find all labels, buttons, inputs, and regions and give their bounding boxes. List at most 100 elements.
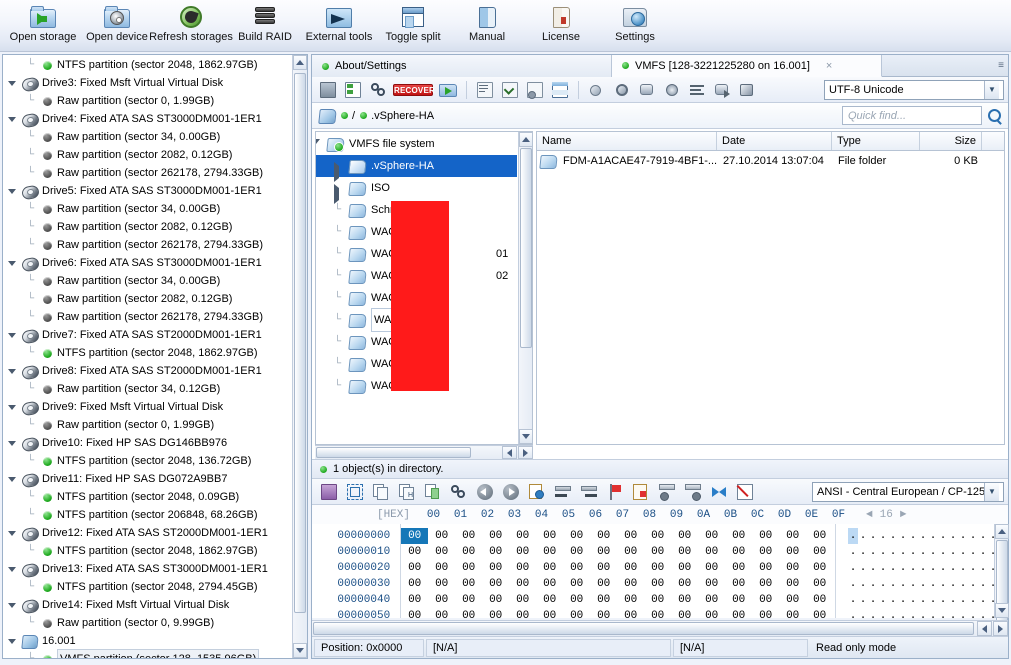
ascii-char[interactable]: . <box>868 576 878 592</box>
hex-byte[interactable]: 00 <box>806 592 833 608</box>
expander-icon[interactable] <box>7 600 17 610</box>
hex-byte[interactable]: 00 <box>698 576 725 592</box>
hex-byte[interactable]: 00 <box>590 592 617 608</box>
hex-byte[interactable]: 00 <box>671 592 698 608</box>
hex-byte[interactable]: 00 <box>617 576 644 592</box>
ascii-char[interactable]: . <box>938 544 948 560</box>
hex-byte[interactable]: 00 <box>455 560 482 576</box>
hscroll-thumb[interactable] <box>316 447 471 458</box>
storage-tree-list[interactable]: └ NTFS partition (sector 2048, 1862.97GB)… <box>3 55 291 658</box>
ascii-row[interactable]: ................ <box>848 544 1008 560</box>
storage-tree-partition[interactable]: └ Raw partition (sector 34, 0.00GB) <box>3 272 291 290</box>
ascii-char[interactable]: . <box>948 576 958 592</box>
hex-byte[interactable]: 00 <box>644 560 671 576</box>
hex-byte[interactable]: 00 <box>590 576 617 592</box>
storage-tree-partition[interactable]: └ Raw partition (sector 34, 0.12GB) <box>3 380 291 398</box>
ascii-char[interactable]: . <box>848 576 858 592</box>
ascii-char[interactable]: . <box>908 544 918 560</box>
edit-mode-icon[interactable] <box>734 481 756 503</box>
hex-byte[interactable]: 00 <box>536 560 563 576</box>
hex-row[interactable]: 00000000000000000000000000000000 <box>401 528 835 544</box>
hscroll-right-button[interactable] <box>518 446 533 459</box>
find-icon[interactable] <box>448 481 470 503</box>
ascii-char[interactable]: . <box>878 560 888 576</box>
ascii-char[interactable]: . <box>868 544 878 560</box>
hex-byte[interactable]: 00 <box>617 544 644 560</box>
ascii-char[interactable]: . <box>868 528 878 544</box>
hex-byte[interactable]: 00 <box>455 544 482 560</box>
hex-view-icon[interactable] <box>736 79 758 101</box>
ascii-char[interactable]: . <box>908 528 918 544</box>
settings-gear-icon[interactable] <box>611 79 633 101</box>
hex-row[interactable]: 00000000000000000000000000000000 <box>401 592 835 608</box>
hex-encoding-select[interactable]: ANSI - Central European / CP-1250 ▼ <box>812 481 1004 502</box>
hex-byte[interactable]: 00 <box>725 576 752 592</box>
toolbar-button-license[interactable]: License <box>524 0 598 50</box>
hex-byte[interactable]: 00 <box>482 592 509 608</box>
define-parameters-icon[interactable] <box>342 79 364 101</box>
file-list-body[interactable]: FDM-A1ACAE47-7919-4BF1-... 27.10.2014 13:… <box>537 151 1004 171</box>
ascii-char[interactable]: . <box>898 560 908 576</box>
ascii-char[interactable]: . <box>928 560 938 576</box>
storage-tree-drive[interactable]: Drive6: Fixed ATA SAS ST3000DM001-1ER1 <box>3 254 291 272</box>
hscroll-left-button[interactable] <box>977 621 992 636</box>
hex-byte[interactable]: 00 <box>428 576 455 592</box>
ascii-char[interactable]: . <box>948 544 958 560</box>
recover-icon[interactable]: RECOVER <box>392 79 435 101</box>
copy-as-hex-icon[interactable]: H <box>396 481 418 503</box>
hex-byte[interactable]: 00 <box>671 544 698 560</box>
ascii-char[interactable]: . <box>878 544 888 560</box>
ascii-char[interactable]: . <box>888 528 898 544</box>
storage-tree-partition[interactable]: └ NTFS partition (sector 2048, 1862.97GB) <box>3 56 291 74</box>
scroll-down-button[interactable] <box>995 603 1009 618</box>
storage-tree-partition[interactable]: └ Raw partition (sector 0, 1.99GB) <box>3 92 291 110</box>
ascii-char[interactable]: . <box>898 592 908 608</box>
expander-icon[interactable] <box>334 183 344 204</box>
expander-icon[interactable] <box>7 528 17 538</box>
hex-byte[interactable]: 00 <box>779 544 806 560</box>
chevron-down-icon[interactable]: ▼ <box>984 80 999 99</box>
search-icon[interactable] <box>987 108 1002 123</box>
hex-byte[interactable]: 00 <box>482 528 509 544</box>
storage-tree-partition[interactable]: └ Raw partition (sector 262178, 2794.33GB… <box>3 308 291 326</box>
select-block-icon[interactable] <box>344 481 366 503</box>
ascii-char[interactable]: . <box>978 576 988 592</box>
ascii-char[interactable]: . <box>948 528 958 544</box>
ascii-char[interactable]: . <box>898 544 908 560</box>
tab-list-icon[interactable]: ≡ <box>998 60 1004 71</box>
scroll-up-button[interactable] <box>519 132 532 147</box>
storage-tree-partition[interactable]: └ Raw partition (sector 2082, 0.12GB) <box>3 218 291 236</box>
ascii-char[interactable]: . <box>908 576 918 592</box>
ascii-char[interactable]: . <box>848 544 858 560</box>
hex-byte[interactable]: 00 <box>482 560 509 576</box>
ascii-char[interactable]: . <box>898 528 908 544</box>
ascii-char[interactable]: . <box>878 576 888 592</box>
hex-byte[interactable]: 00 <box>644 592 671 608</box>
ascii-char[interactable]: . <box>928 544 938 560</box>
hex-byte[interactable]: 00 <box>563 592 590 608</box>
expander-icon[interactable] <box>7 114 17 124</box>
ascii-char[interactable]: . <box>858 576 868 592</box>
paste-icon[interactable] <box>422 481 444 503</box>
expander-icon[interactable] <box>7 78 17 88</box>
toolbar-button-refresh-storages[interactable]: Refresh storages <box>149 0 233 50</box>
remove-decoder-icon[interactable] <box>682 481 704 503</box>
ascii-char[interactable]: . <box>858 544 868 560</box>
hex-byte[interactable]: 00 <box>725 544 752 560</box>
open-image-icon[interactable] <box>437 79 459 101</box>
file-tree-root[interactable]: VMFS file system <box>316 133 517 156</box>
file-tree-scrollbar[interactable] <box>518 132 532 444</box>
storage-tree-partition[interactable]: └ Raw partition (sector 34, 0.00GB) <box>3 200 291 218</box>
ascii-char[interactable]: . <box>898 576 908 592</box>
copy-icon[interactable] <box>370 481 392 503</box>
hex-byte[interactable]: 00 <box>806 528 833 544</box>
expander-icon[interactable] <box>334 161 344 182</box>
set-block-end-icon[interactable] <box>578 481 600 503</box>
storage-tree-drive[interactable]: Drive11: Fixed HP SAS DG072A9BB7 <box>3 470 291 488</box>
hex-byte[interactable]: 00 <box>590 528 617 544</box>
file-list-row[interactable]: FDM-A1ACAE47-7919-4BF1-... 27.10.2014 13:… <box>537 151 1004 171</box>
hex-hscrollbar[interactable] <box>312 620 1008 636</box>
storage-tree-scrollbar[interactable] <box>292 55 307 658</box>
select-all-icon[interactable] <box>499 79 521 101</box>
hex-byte[interactable]: 00 <box>401 544 428 560</box>
